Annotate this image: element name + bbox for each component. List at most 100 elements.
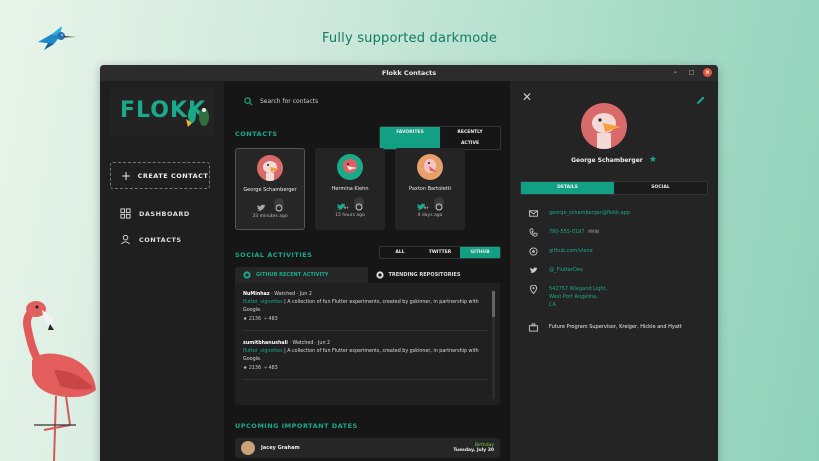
phone-row: 780-555-0197 MAIN [529, 228, 599, 237]
search-bar[interactable]: Search for contacts [244, 97, 318, 106]
close-window-button[interactable]: × [703, 68, 712, 77]
logo-bird-icon [186, 107, 209, 127]
nav-dashboard-label: DASHBOARD [139, 209, 190, 218]
tab-github-recent[interactable]: GITHUB RECENT ACTIVITY [235, 267, 368, 283]
edit-icon[interactable] [696, 90, 706, 109]
tab-details[interactable]: DETAILS [521, 182, 614, 194]
activity-panel: GITHUB RECENT ACTIVITY TRENDING REPOSITO… [235, 267, 500, 405]
tab-trending-repos-label: TRENDING REPOSITORIES [388, 272, 461, 278]
date-row[interactable]: Jacey Graham Birthday Tuesday, July 30 [235, 438, 500, 458]
job-row: Future Program Supervisor, Kreiger, Hick… [529, 323, 689, 332]
phone-link[interactable]: 780-555-0197 [549, 229, 584, 235]
phone-icon [529, 228, 538, 237]
contact-last-active: 4 days ago [417, 213, 443, 218]
person-icon [121, 234, 130, 245]
address-line-1: 542757 Wiegand Light, [549, 286, 608, 292]
tab-twitter[interactable]: TWITTER [420, 247, 460, 258]
star-icon[interactable]: ★ [649, 155, 657, 165]
contacts-toggle: FAVORITES RECENTLY ACTIVE [379, 126, 501, 150]
social-title: SOCIAL ACTIVITIES [235, 251, 313, 259]
twitter-link[interactable]: @_FlutterDev [549, 266, 583, 275]
date-contact-name: Jacey Graham [261, 445, 300, 451]
activity-scrollbar[interactable] [492, 291, 495, 399]
address-link[interactable]: 542757 Wiegand Light, West Port Angelina… [549, 285, 607, 309]
scrollbar-thumb[interactable] [492, 291, 495, 317]
tab-social[interactable]: SOCIAL [614, 182, 707, 194]
favorite-cards: George Schamberger 33 minutes ago Hermin… [235, 148, 465, 230]
location-pin-icon [529, 285, 538, 294]
github-link[interactable]: github.com/vlene [549, 247, 593, 256]
contacts-title: CONTACTS [235, 130, 278, 138]
activity-action: · Watched · Jun 2 [289, 341, 331, 346]
tab-recently-active[interactable]: RECENTLY ACTIVE [440, 127, 500, 149]
tab-all[interactable]: ALL [380, 247, 420, 258]
github-icon[interactable] [274, 198, 284, 212]
dashboard-icon [120, 208, 131, 219]
contact-card[interactable]: Paxton Bartoletti 9+ 4 days ago [395, 148, 465, 230]
github-icon[interactable] [354, 197, 364, 211]
twitter-count-badge: 9+ [343, 206, 349, 210]
hummingbird-illustration [38, 26, 76, 50]
activity-user[interactable]: sumitbhanushali [243, 341, 288, 346]
nav-dashboard[interactable]: DASHBOARD [120, 208, 190, 219]
briefcase-icon [529, 323, 538, 332]
nav-contacts[interactable]: CONTACTS [120, 234, 182, 245]
contact-last-active: 33 minutes ago [252, 214, 288, 219]
activity-action: · Watched · Jun 2 [271, 292, 312, 297]
twitter-icon[interactable] [256, 198, 266, 211]
logo: FLOKK [110, 89, 214, 135]
activity-item: NuMinhaz · Watched · Jun 2 flutter_vigne… [243, 291, 488, 331]
github-icon [243, 271, 251, 279]
twitter-icon[interactable]: 9+ [336, 197, 349, 210]
job-title: Future Program Supervisor, Kreiger, Hick… [549, 324, 682, 330]
tab-github[interactable]: GITHUB [460, 247, 500, 258]
github-icon[interactable] [434, 197, 444, 211]
email-link[interactable]: george_schamberger@flokk.app [549, 209, 630, 218]
tab-favorites[interactable]: FAVORITES [380, 127, 440, 149]
avatar [417, 154, 443, 180]
github-icon [529, 247, 538, 256]
activity-user[interactable]: NuMinhaz [243, 292, 270, 297]
contact-card[interactable]: Hermina Kiehn 9+ 15 hours ago [315, 148, 385, 230]
mail-icon [529, 210, 538, 217]
sidebar: FLOKK + CREATE CONTACT DASHBOARD CONTACT… [100, 81, 224, 461]
flamingo-illustration [23, 301, 96, 461]
activity-repo-link[interactable]: flutter_vignettes [243, 349, 283, 354]
dates-title: UPCOMING IMPORTANT DATES [235, 422, 358, 430]
activity-forks: ⑂ 483 [264, 317, 278, 322]
contact-details-panel: ✕ George Schamberger ★ DETAILS SOCIAL ge… [510, 81, 718, 461]
create-contact-button[interactable]: + CREATE CONTACT [110, 162, 210, 189]
contact-name: Hermina Kiehn [331, 186, 369, 192]
contact-avatar [581, 103, 627, 149]
activity-stars: ★ 2136 [243, 317, 262, 322]
plus-icon: + [121, 168, 132, 183]
twitter-icon [529, 267, 538, 274]
activity-stars: ★ 2136 [243, 366, 262, 371]
contact-last-active: 15 hours ago [335, 213, 365, 218]
search-placeholder: Search for contacts [260, 98, 319, 105]
social-toggle: ALL TWITTER GITHUB [379, 246, 501, 259]
minimize-button[interactable]: – [671, 68, 680, 77]
tab-github-recent-label: GITHUB RECENT ACTIVITY [256, 272, 329, 278]
avatar [337, 154, 363, 180]
contact-card[interactable]: George Schamberger 33 minutes ago [235, 148, 305, 230]
phone-type-label: MAIN [588, 229, 599, 234]
github-row: github.com/vlene [529, 247, 593, 256]
main-panel: Search for contacts CONTACTS FAVORITES R… [224, 81, 510, 461]
github-icon [375, 271, 384, 279]
activity-item: sumitbhanushali · Watched · Jun 2 flutte… [243, 340, 488, 380]
headline: Fully supported darkmode [321, 31, 498, 46]
search-icon [244, 97, 253, 106]
app-window: Flokk Contacts – □ × FLOKK + CREATE CONT… [100, 65, 718, 461]
contact-full-name: George Schamberger [571, 157, 643, 164]
close-icon[interactable]: ✕ [522, 90, 532, 104]
activity-repo-link[interactable]: flutter_vignettes [243, 300, 283, 305]
tab-trending-repos[interactable]: TRENDING REPOSITORIES [367, 267, 500, 283]
create-contact-label: CREATE CONTACT [137, 171, 209, 180]
details-tabs: DETAILS SOCIAL [520, 181, 708, 195]
window-title: Flokk Contacts [381, 69, 437, 77]
twitter-icon[interactable]: 9+ [416, 197, 429, 210]
address-line-2: West Port Angelina, [549, 294, 598, 300]
maximize-button[interactable]: □ [687, 68, 696, 77]
email-row: george_schamberger@flokk.app [529, 209, 630, 218]
